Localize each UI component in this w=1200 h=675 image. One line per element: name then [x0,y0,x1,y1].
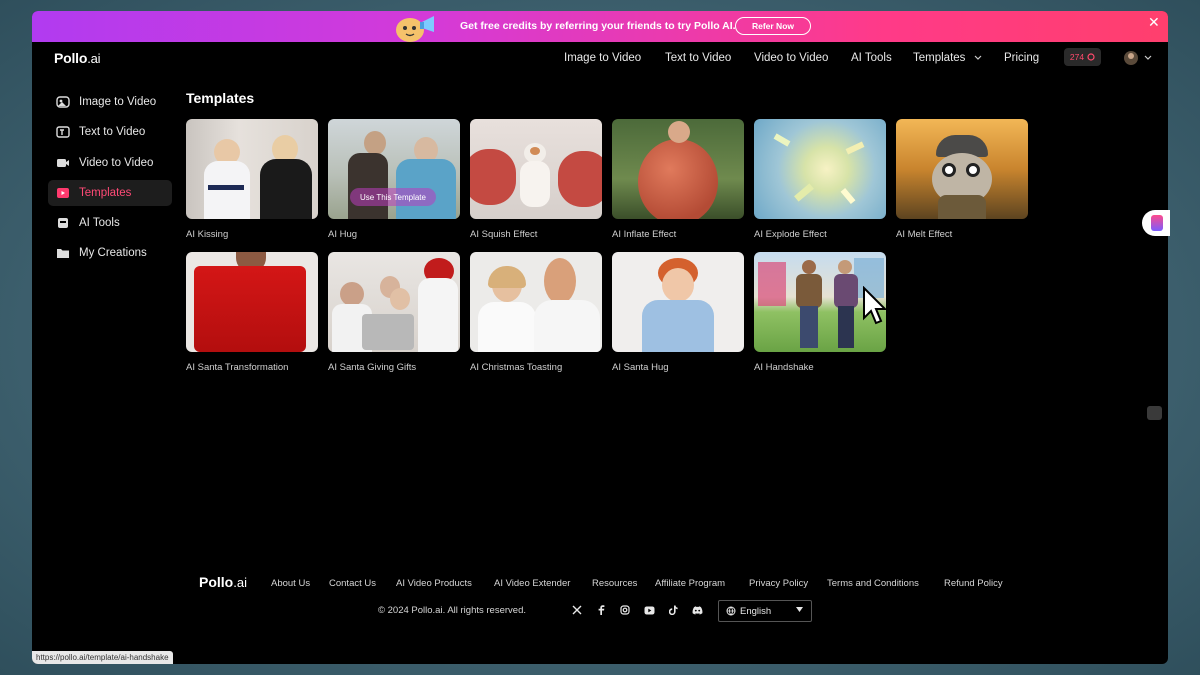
copyright-text: © 2024 Pollo.ai. All rights reserved. [378,605,526,616]
footer-link-about-us[interactable]: About Us [271,578,310,589]
nav-ai-tools[interactable]: AI Tools [851,52,892,64]
footer-logo[interactable]: Pollo.ai [199,574,247,590]
template-label: AI Inflate Effect [612,229,677,240]
use-template-overlay[interactable]: Use This Template [350,188,436,206]
extension-logo-icon [1151,215,1163,231]
template-card-ai-explode-effect[interactable]: AI Explode Effect [754,119,886,240]
nav-text-to-video[interactable]: Text to Video [665,52,731,64]
template-thumbnail[interactable] [754,119,886,219]
coin-icon [1087,53,1095,61]
template-label: AI Hug [328,229,358,240]
template-card-ai-inflate-effect[interactable]: AI Inflate Effect [612,119,744,240]
footer-link-resources[interactable]: Resources [592,578,637,589]
template-label: AI Explode Effect [754,229,827,240]
nav-pricing[interactable]: Pricing [1004,52,1039,64]
template-card-ai-santa-hug[interactable]: AI Santa Hug [612,252,744,373]
template-card-ai-hug[interactable]: Use This Template AI Hug [328,119,460,240]
sidebar-item-templates[interactable]: Templates [48,179,172,206]
nav-templates[interactable]: Templates [913,52,982,64]
tiktok-icon[interactable] [666,603,680,617]
sidebar-item-label: AI Tools [79,217,120,230]
footer-link-terms-and-conditions[interactable]: Terms and Conditions [827,578,919,589]
instagram-icon[interactable] [618,603,632,617]
selected-language: English [740,605,772,617]
template-card-ai-christmas-toasting[interactable]: AI Christmas Toasting [470,252,602,373]
sidebar-item-my-creations[interactable]: My Creations [48,240,172,266]
chevron-down-icon [974,55,982,60]
sidebar-item-label: Image to Video [79,96,157,108]
template-card-ai-santa-giving-gifts[interactable]: AI Santa Giving Gifts [328,252,460,373]
folder-icon [57,249,69,259]
image-video-icon [56,96,70,108]
template-thumbnail[interactable] [470,252,602,352]
credits-count: 274 [1069,52,1085,62]
template-card-ai-squish-effect[interactable]: AI Squish Effect [470,119,602,240]
template-label: AI Santa Transformation [186,362,289,373]
template-label: AI Santa Hug [612,362,669,373]
template-thumbnail[interactable] [612,119,744,219]
template-label: AI Santa Giving Gifts [328,362,417,373]
template-thumbnail[interactable] [186,252,318,352]
template-label: AI Handshake [754,362,814,373]
sidebar-item-image-to-video[interactable]: Image to Video [48,89,172,115]
logo[interactable]: Pollo.ai [54,50,101,66]
template-thumbnail[interactable] [612,252,744,352]
footer-link-privacy-policy[interactable]: Privacy Policy [749,578,808,589]
chevron-down-icon [1144,55,1152,60]
template-label: AI Kissing [186,229,229,240]
status-bar-url: https://pollo.ai/template/ai-handshake [32,651,173,664]
account-menu[interactable] [1124,51,1152,65]
sidebar-item-video-to-video[interactable]: Video to Video [48,150,172,176]
extension-floating-button[interactable] [1142,210,1170,236]
refer-now-button[interactable]: Refer Now [735,17,811,35]
template-card-ai-santa-transformation[interactable]: AI Santa Transformation [186,252,318,373]
text-video-icon [56,126,70,138]
credits-badge[interactable]: 274 [1064,48,1101,66]
banner-text: Get free credits by referring your frien… [460,20,736,32]
sidebar-item-label: My Creations [79,247,147,260]
template-label: AI Melt Effect [896,229,953,240]
referral-banner: Get free credits by referring your frien… [32,11,1168,42]
template-thumbnail[interactable] [328,252,460,352]
sidebar-item-label: Templates [79,186,132,199]
language-select[interactable]: English [718,600,812,622]
footer-link-contact-us[interactable]: Contact Us [329,578,376,589]
assistant-floating-icon[interactable] [1147,406,1162,420]
globe-icon [726,606,736,616]
browser-window: Get free credits by referring your frien… [32,11,1168,664]
top-navigation: Pollo.ai Image to Video Text to Video Vi… [32,42,1168,76]
nav-video-to-video[interactable]: Video to Video [754,52,828,64]
footer-link-ai-video-products[interactable]: AI Video Products [396,578,472,589]
sidebar-item-label: Text to Video [79,126,146,139]
discord-icon[interactable] [690,603,704,617]
x-twitter-icon[interactable] [570,603,584,617]
footer-link-affiliate-program[interactable]: Affiliate Program [655,578,725,589]
sidebar-item-label: Video to Video [79,156,154,169]
mascot-icon [396,16,434,42]
footer-link-refund-policy[interactable]: Refund Policy [944,578,1003,589]
sidebar: Image to Video Text to Video Video to Vi… [48,89,172,271]
template-thumbnail[interactable] [896,119,1028,219]
template-label: AI Squish Effect [470,229,538,240]
mouse-cursor-icon [863,286,886,325]
templates-icon [57,187,69,198]
template-card-ai-melt-effect[interactable]: AI Melt Effect [896,119,1028,240]
sidebar-item-ai-tools[interactable]: AI Tools [48,210,172,236]
close-icon[interactable]: ✕ [1148,14,1160,31]
avatar[interactable] [1124,51,1138,65]
page-title: Templates [186,90,255,106]
video-camera-icon [57,158,69,167]
nav-image-to-video[interactable]: Image to Video [564,52,641,64]
template-card-ai-kissing[interactable]: AI Kissing [186,119,318,240]
template-thumbnail[interactable]: Use This Template [328,119,460,219]
template-thumbnail[interactable] [470,119,602,219]
facebook-icon[interactable] [594,603,608,617]
footer-link-ai-video-extender[interactable]: AI Video Extender [494,578,570,589]
ai-tools-icon [58,218,68,229]
template-label: AI Christmas Toasting [470,362,563,373]
sidebar-item-text-to-video[interactable]: Text to Video [48,119,172,145]
template-thumbnail[interactable] [186,119,318,219]
caret-down-icon [796,607,803,612]
youtube-icon[interactable] [642,603,656,617]
